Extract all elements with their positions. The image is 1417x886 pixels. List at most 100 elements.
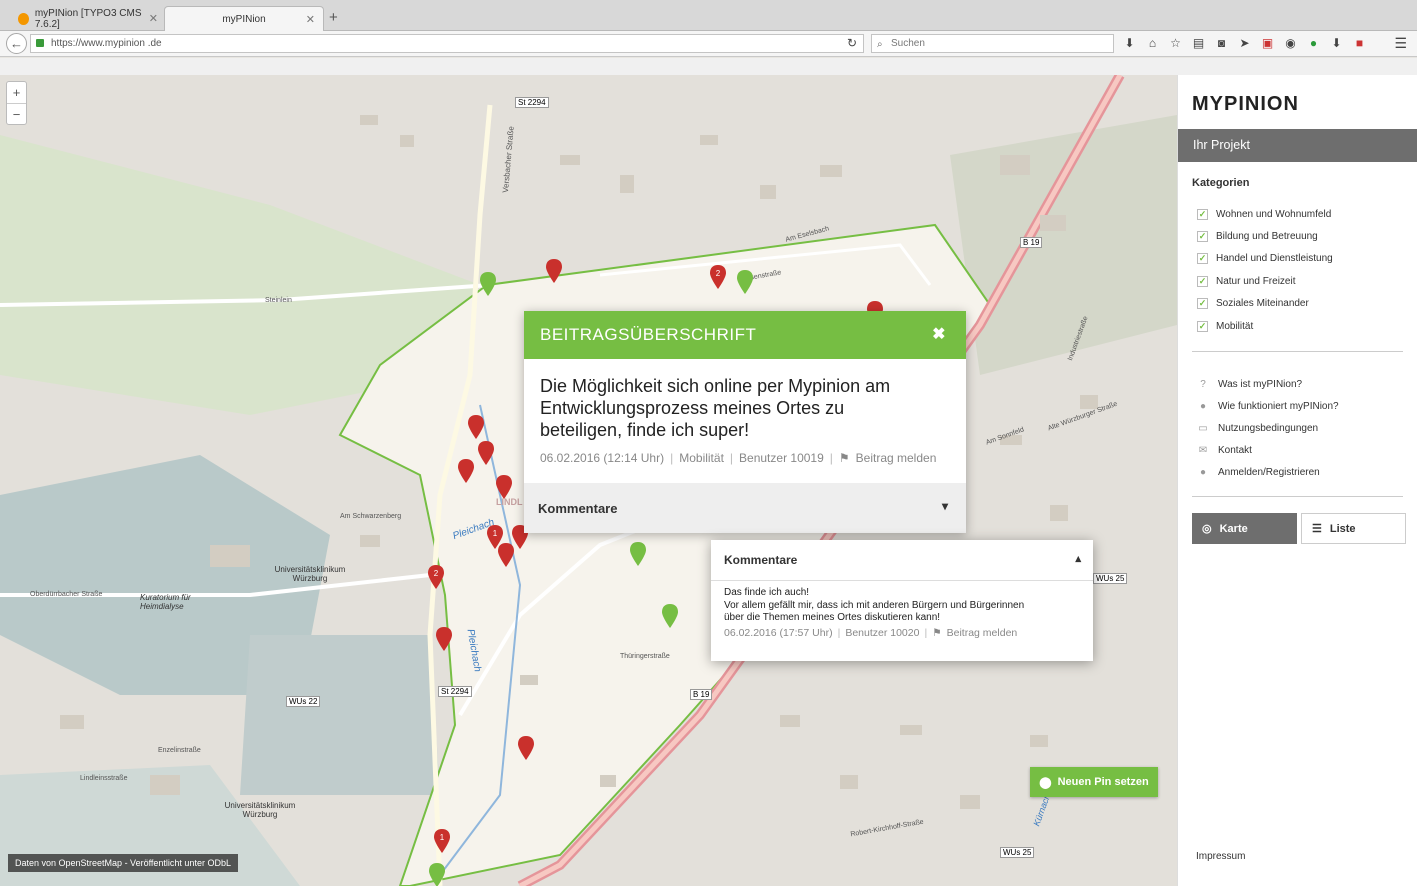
map-pin-red[interactable] [458,459,474,483]
category-item[interactable]: ✓ Natur und Freizeit [1197,270,1333,292]
map-view-button[interactable]: ◎ Karte [1192,513,1297,544]
zoom-out-button[interactable]: − [7,103,26,124]
flag-icon: ⚑ [932,626,942,639]
category-item[interactable]: ✓ Mobilität [1197,315,1333,337]
comment-panel-header[interactable]: Kommentare ▴ [711,540,1093,581]
map-pin-green[interactable] [662,604,678,628]
send-icon[interactable]: ➤ [1237,36,1252,50]
map-pin-green[interactable] [630,542,646,566]
checkbox-checked-icon[interactable]: ✓ [1197,298,1208,310]
project-header: Ihr Projekt [1178,129,1417,162]
download-icon[interactable]: ⬇ [1122,36,1137,50]
view-toggle: ◎ Karte ☰ Liste [1192,513,1406,544]
report-comment-link[interactable]: Beitrag melden [947,627,1018,640]
map-pin-cluster[interactable]: 2 [710,265,726,289]
bookmark-star-icon[interactable]: ☆ [1168,36,1183,50]
map-pin-green[interactable] [429,863,445,886]
new-tab-button[interactable]: + [329,9,338,26]
reload-icon[interactable]: ↻ [847,35,857,52]
street-label: B 19 [690,689,713,700]
reading-list-icon[interactable]: ▤ [1191,36,1206,50]
map-pin-red[interactable] [436,627,452,651]
download-arrow-icon[interactable]: ⬇ [1329,36,1344,50]
checkbox-checked-icon[interactable]: ✓ [1197,253,1208,265]
map-pin-cluster[interactable]: 1 [434,829,450,853]
new-pin-button[interactable]: ⬤ Neuen Pin setzen [1030,767,1158,797]
checkbox-checked-icon[interactable]: ✓ [1197,320,1208,332]
link-terms[interactable]: ▭ Nutzungsbedingungen [1196,417,1339,439]
chevron-up-icon[interactable]: ▴ [1075,552,1081,565]
map-pin-green[interactable] [737,270,753,294]
browser-tab-cms[interactable]: myPINion [TYPO3 CMS 7.6.2] ✕ [8,6,166,31]
map-pin-red[interactable] [546,259,562,283]
link-what-is[interactable]: ? Was ist myPINion? [1196,373,1339,395]
category-item[interactable]: ✓ Soziales Miteinander [1197,293,1333,315]
popup-header: BEITRAGSÜBERSCHRIFT ✖ [524,311,966,359]
url-bar[interactable]: https://www.mypinion .de ↻ [30,34,864,53]
zoom-in-button[interactable]: + [7,82,26,103]
search-placeholder: Suchen [891,38,925,49]
report-post-link[interactable]: Beitrag melden [856,451,937,465]
street-label: St 2294 [515,97,549,108]
impressum-link[interactable]: Impressum [1196,851,1245,862]
browser-toolbar: ⬇ ⌂ ☆ ▤ ◙ ➤ ▣ ◉ ● ⬇ ■ [1122,36,1367,50]
map-pin-red[interactable] [518,736,534,760]
map-attribution[interactable]: Daten von OpenStreetMap - Veröffentlicht… [8,854,238,872]
street-label: St 2294 [438,686,472,697]
svg-text:2: 2 [716,269,721,278]
addon-icon[interactable]: ● [1306,36,1321,50]
poi-label: Universitätsklinikum Würzburg [224,801,296,819]
link-login[interactable]: ● Anmelden/Registrieren [1196,461,1339,483]
svg-text:1: 1 [440,833,445,842]
chat-icon[interactable]: ◉ [1283,36,1298,50]
browser-tabbar: myPINion [TYPO3 CMS 7.6.2] ✕ myPINion ✕ … [0,0,1417,31]
close-tab-icon[interactable]: ✕ [149,12,158,25]
close-icon[interactable]: ✖ [932,324,946,344]
street-label: Am Schwarzenberg [340,513,402,520]
url-text: https://www.mypinion .de [51,38,162,49]
checkbox-checked-icon[interactable]: ✓ [1197,231,1208,243]
search-input[interactable]: ⌕ Suchen [871,34,1114,53]
svg-text:1: 1 [493,529,498,538]
category-item[interactable]: ✓ Wohnen und Wohnumfeld [1197,203,1333,225]
sidebar: MYPINION Ihr Projekt Kategorien ✓ Wohnen … [1177,75,1417,886]
checkbox-checked-icon[interactable]: ✓ [1197,275,1208,287]
category-item[interactable]: ✓ Handel und Dienstleistung [1197,248,1333,270]
category-item[interactable]: ✓ Bildung und Betreuung [1197,225,1333,247]
comment-line: über die Themen meines Ortes diskutieren… [724,612,941,623]
lock-icon [36,39,44,47]
flag-icon: ⚑ [838,451,850,465]
map-pin-red[interactable] [468,415,484,439]
comment-line: Das finde ich auch! [724,587,810,598]
post-user: Benutzer 10019 [739,451,824,465]
search-icon: ⌕ [877,39,883,50]
link-how-it-works[interactable]: ● Wie funktioniert myPINion? [1196,395,1339,417]
close-tab-icon[interactable]: ✕ [306,13,315,26]
street-label: WUs 25 [1000,847,1035,858]
comments-toggle[interactable]: Kommentare ▾ [524,483,966,533]
map-pin-cluster[interactable]: 2 [428,565,444,589]
comment-date: 06.02.2016 (17:57 Uhr) [724,626,833,639]
mypinion-logo[interactable]: MYPINION [1192,93,1299,116]
map-pin-green[interactable] [480,272,496,296]
hamburger-menu-icon[interactable]: ☰ [1394,35,1407,52]
checkbox-checked-icon[interactable]: ✓ [1197,208,1208,220]
street-label: Oberdürrbacher Straße [30,591,103,598]
flash-icon[interactable]: ■ [1352,36,1367,50]
tab-title: myPINion [222,13,266,25]
map-marker-icon: ⬤ [1039,776,1052,789]
user-icon: ● [1199,466,1207,478]
pocket-icon[interactable]: ◙ [1214,36,1229,50]
map-pin-red[interactable] [496,475,512,499]
home-icon[interactable]: ⌂ [1145,36,1160,50]
poi-label: Kuratorium für Heimdialyse [140,593,191,611]
list-view-button[interactable]: ☰ Liste [1301,513,1406,544]
back-button[interactable]: ← [6,33,27,54]
link-contact[interactable]: ✉ Kontakt [1196,439,1339,461]
post-meta: 06.02.2016 (12:14 Uhr) | Mobilität | Ben… [540,451,937,465]
browser-tab-mypinion[interactable]: myPINion ✕ [164,6,324,31]
browser-navbar: ← https://www.mypinion .de ↻ ⌕ Suchen ⬇ … [0,31,1417,57]
comment-user: Benutzer 10020 [845,626,920,639]
extension-icon[interactable]: ▣ [1260,36,1275,50]
map-pin-red[interactable] [478,441,494,465]
